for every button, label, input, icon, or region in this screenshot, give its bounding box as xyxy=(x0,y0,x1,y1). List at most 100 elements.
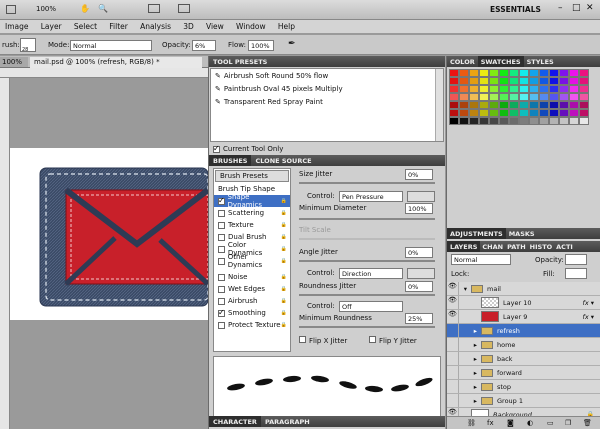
color-swatch[interactable] xyxy=(579,69,589,77)
color-swatch[interactable] xyxy=(519,69,529,77)
flip-y-row[interactable]: Flip Y Jitter xyxy=(369,336,417,345)
brush-option-item[interactable]: Noise 🔒 xyxy=(214,271,290,283)
color-swatch[interactable] xyxy=(519,109,529,117)
tool-preset-item[interactable]: ✎ Airbrush Soft Round 50% flow xyxy=(211,69,443,82)
new-layer-icon[interactable]: ❐ xyxy=(565,419,571,427)
color-swatch[interactable] xyxy=(489,117,499,125)
color-swatch[interactable] xyxy=(569,109,579,117)
brush-option-checkbox[interactable] xyxy=(218,245,225,253)
control-select-2[interactable]: Direction xyxy=(339,268,403,279)
color-swatch[interactable] xyxy=(489,93,499,101)
current-tool-only-checkbox[interactable] xyxy=(213,144,220,153)
color-swatch[interactable] xyxy=(559,109,569,117)
color-swatch[interactable] xyxy=(479,93,489,101)
opacity-field[interactable]: 6% xyxy=(192,40,216,51)
color-swatch[interactable] xyxy=(499,101,509,109)
menu-help[interactable]: Help xyxy=(273,20,300,33)
color-swatch[interactable] xyxy=(509,77,519,85)
color-swatch[interactable] xyxy=(479,117,489,125)
color-swatch[interactable] xyxy=(549,117,559,125)
color-swatch[interactable] xyxy=(489,109,499,117)
color-swatch[interactable] xyxy=(469,77,479,85)
layer-name[interactable]: back xyxy=(497,355,512,363)
adjustment-icon[interactable]: ◐ xyxy=(527,419,533,427)
tool-presets-scrollbar[interactable] xyxy=(435,69,443,141)
canvas[interactable] xyxy=(10,148,210,320)
flow-field[interactable]: 100% xyxy=(248,40,274,51)
layer-name[interactable]: home xyxy=(497,341,515,349)
blend-mode-select[interactable]: Normal xyxy=(451,254,511,265)
color-swatch[interactable] xyxy=(559,77,569,85)
current-tool-only-row[interactable]: Current Tool Only xyxy=(209,143,445,155)
menu-view[interactable]: View xyxy=(201,20,229,33)
color-swatch[interactable] xyxy=(569,77,579,85)
color-swatch[interactable] xyxy=(459,117,469,125)
workspace-switcher[interactable]: ESSENTIALS xyxy=(490,5,541,14)
layout-icon[interactable] xyxy=(6,5,16,14)
layer-row[interactable]: ▸ home xyxy=(447,338,600,352)
menu-3d[interactable]: 3D xyxy=(178,20,199,33)
minimize-button[interactable]: – xyxy=(558,3,563,13)
color-swatch[interactable] xyxy=(469,109,479,117)
brush-option-checkbox[interactable] xyxy=(218,308,225,317)
color-swatch[interactable] xyxy=(509,117,519,125)
menu-filter[interactable]: Filter xyxy=(104,20,133,33)
layers-tab[interactable]: LAYERS xyxy=(447,241,481,252)
expand-arrow-icon[interactable]: ▸ xyxy=(459,383,477,391)
color-swatch[interactable] xyxy=(549,69,559,77)
brush-option-checkbox[interactable] xyxy=(218,233,225,241)
color-swatch[interactable] xyxy=(489,101,499,109)
color-swatch[interactable] xyxy=(559,93,569,101)
hand-icon[interactable]: ✋ xyxy=(80,4,90,13)
brush-presets-button[interactable]: Brush Presets xyxy=(215,170,289,182)
channels-tab[interactable]: CHAN xyxy=(480,241,505,252)
color-swatch[interactable] xyxy=(499,109,509,117)
color-swatch[interactable] xyxy=(449,117,459,125)
color-swatch[interactable] xyxy=(459,85,469,93)
actions-tab[interactable]: ACTI xyxy=(554,241,575,252)
menu-layer[interactable]: Layer xyxy=(36,20,67,33)
color-swatch[interactable] xyxy=(469,93,479,101)
color-swatch[interactable] xyxy=(449,85,459,93)
size-jitter-field[interactable]: 0% xyxy=(405,169,433,180)
layer-effects-icon[interactable]: fx ▾ xyxy=(583,299,594,307)
color-swatch[interactable] xyxy=(579,117,589,125)
color-swatch[interactable] xyxy=(519,77,529,85)
color-swatch[interactable] xyxy=(479,101,489,109)
color-swatch[interactable] xyxy=(579,85,589,93)
color-swatch[interactable] xyxy=(539,69,549,77)
doc-tab-previous[interactable]: 100% xyxy=(0,57,28,67)
lock-icon[interactable]: 🔒 xyxy=(281,234,287,240)
color-swatch[interactable] xyxy=(529,101,539,109)
adjustments-tab[interactable]: ADJUSTMENTS xyxy=(447,228,506,239)
color-swatch[interactable] xyxy=(509,69,519,77)
layer-name[interactable]: Layer 10 xyxy=(503,299,531,307)
masks-tab[interactable]: MASKS xyxy=(506,228,538,239)
color-swatch[interactable] xyxy=(469,101,479,109)
color-swatch[interactable] xyxy=(579,93,589,101)
color-swatch[interactable] xyxy=(519,85,529,93)
layer-name[interactable]: mail xyxy=(487,285,501,293)
color-swatch[interactable] xyxy=(449,109,459,117)
brush-option-item[interactable]: Other Dynamics 🔒 xyxy=(214,253,290,269)
angle-jitter-field[interactable]: 0% xyxy=(405,247,433,258)
color-swatch[interactable] xyxy=(489,69,499,77)
visibility-eye-icon[interactable] xyxy=(447,394,459,407)
mask-icon[interactable]: ◙ xyxy=(507,419,514,427)
angle-jitter-slider[interactable] xyxy=(299,260,435,262)
color-swatch[interactable] xyxy=(549,77,559,85)
brush-option-checkbox[interactable] xyxy=(218,321,225,329)
color-swatch[interactable] xyxy=(469,85,479,93)
expand-arrow-icon[interactable]: ▸ xyxy=(459,327,477,335)
color-swatch[interactable] xyxy=(549,101,559,109)
color-swatch[interactable] xyxy=(449,101,459,109)
styles-tab[interactable]: STYLES xyxy=(524,56,557,67)
brush-option-checkbox[interactable] xyxy=(218,196,225,205)
brushes-tab[interactable]: BRUSHES xyxy=(209,155,252,166)
visibility-eye-icon[interactable]: 👁 xyxy=(447,310,459,323)
layer-row[interactable]: ▸ forward xyxy=(447,366,600,380)
layer-name[interactable]: stop xyxy=(497,383,511,391)
color-swatch[interactable] xyxy=(489,85,499,93)
lock-icon[interactable]: 🔒 xyxy=(281,198,287,204)
lock-icon[interactable]: 🔒 xyxy=(281,210,287,216)
